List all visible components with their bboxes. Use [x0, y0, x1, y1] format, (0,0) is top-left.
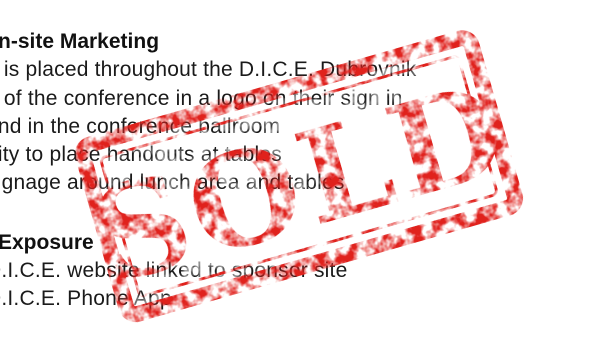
sponsorship-page: n-site Marketing o is placed throughout … [0, 0, 592, 359]
onsite-line-3: and in the conference ballroom [0, 115, 281, 138]
exposure-line-1: D.I.C.E. website linked to sponsor site [0, 259, 348, 282]
onsite-line-4: nity to place handouts at tables [0, 143, 282, 166]
section-heading-exposure: Exposure [0, 231, 94, 254]
onsite-line-5: signage around lunch area and tables [0, 171, 345, 194]
onsite-line-1: o is placed throughout the D.I.C.E. Dubr… [0, 58, 417, 81]
exposure-line-2: D.I.C.E. Phone App [0, 287, 172, 310]
onsite-line-2: h of the conference in a logo on their s… [0, 87, 403, 110]
section-heading-onsite-marketing: n-site Marketing [0, 30, 160, 53]
